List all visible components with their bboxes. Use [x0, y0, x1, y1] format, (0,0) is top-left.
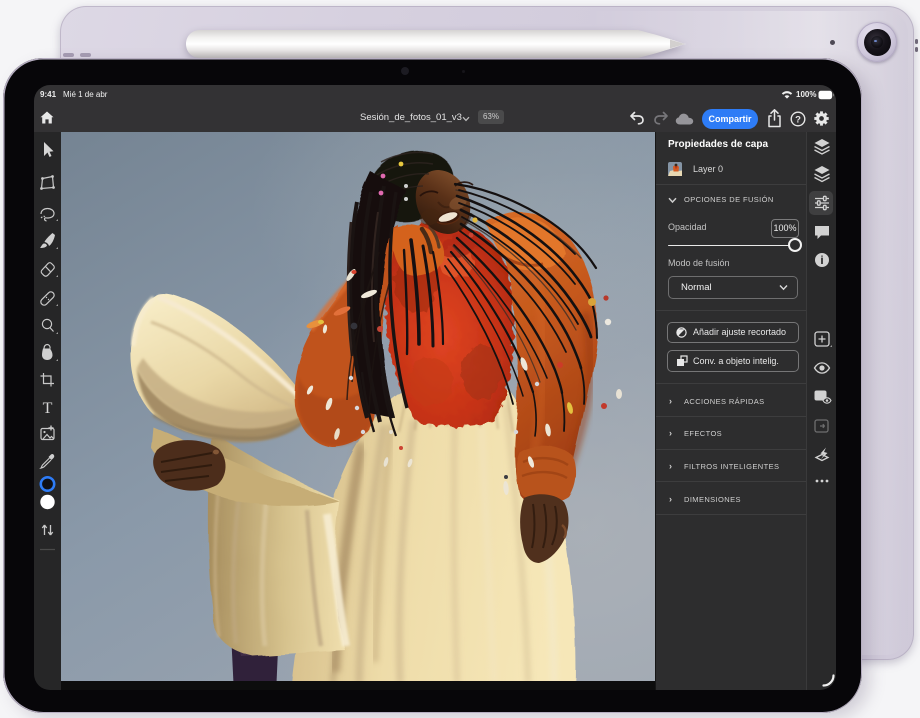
- svg-text:T: T: [43, 400, 53, 417]
- svg-text:?: ?: [795, 114, 801, 125]
